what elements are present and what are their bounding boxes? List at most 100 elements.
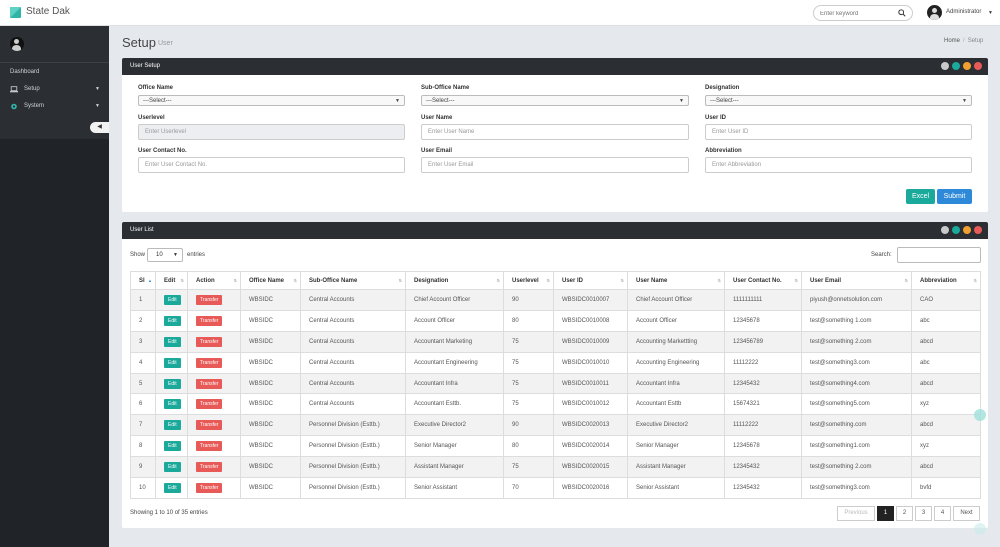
- column-header[interactable]: Userlevel ⇅: [503, 271, 554, 290]
- designation-label: Designation: [705, 85, 740, 91]
- transfer-button[interactable]: Transfer: [196, 420, 223, 431]
- minimize-icon[interactable]: [963, 62, 971, 70]
- page-1-button[interactable]: 1: [877, 506, 894, 521]
- scroll-indicator[interactable]: [974, 523, 986, 535]
- page-4-button[interactable]: 4: [934, 506, 951, 521]
- chevron-down-icon: ▼: [395, 98, 400, 104]
- refresh-icon[interactable]: [952, 62, 960, 70]
- column-header[interactable]: Sl ▲: [130, 271, 156, 290]
- excel-button[interactable]: Excel: [906, 189, 935, 204]
- avatar[interactable]: [927, 5, 942, 20]
- close-icon[interactable]: [974, 62, 982, 70]
- column-label: Userlevel: [512, 277, 539, 284]
- sort-icon: ⇅: [546, 278, 550, 283]
- cell-value: WBSIDC: [249, 422, 273, 429]
- search-icon[interactable]: [898, 9, 906, 17]
- table-cell: Chief Account Officer: [405, 289, 504, 311]
- cell-value: WBSIDC: [249, 380, 273, 387]
- column-header[interactable]: Abbreviation ⇅: [911, 271, 981, 290]
- column-header[interactable]: User Name ⇅: [627, 271, 725, 290]
- column-label: User Email: [810, 277, 842, 284]
- next-page-button[interactable]: Next: [953, 506, 980, 521]
- column-header[interactable]: User Email ⇅: [801, 271, 912, 290]
- cell-value: Accountant Esttb.: [414, 401, 462, 408]
- userlevel-field[interactable]: Enter Userlevel: [138, 124, 405, 140]
- cell-value: WBSIDC: [249, 338, 273, 345]
- entries-select[interactable]: 10 ▼: [147, 248, 183, 262]
- table-search-input[interactable]: [897, 247, 981, 263]
- edit-button[interactable]: Edit: [164, 399, 181, 410]
- column-label: User ID: [562, 277, 584, 284]
- column-header[interactable]: User ID ⇅: [553, 271, 628, 290]
- keyword-search: [813, 5, 913, 21]
- column-header[interactable]: Action ⇅: [187, 271, 241, 290]
- table-cell: Executive Director2: [627, 414, 725, 437]
- sub-office-name-select[interactable]: ---Select--- ▼: [421, 95, 689, 106]
- transfer-button[interactable]: Transfer: [196, 357, 223, 368]
- column-header[interactable]: Edit ⇅: [155, 271, 188, 290]
- edit-button[interactable]: Edit: [164, 315, 181, 326]
- table-row: 10 Edit Transfer WBSIDC Personnel Division (…: [130, 477, 981, 499]
- select-value: ---Select---: [426, 98, 455, 104]
- sidebar-item-setup[interactable]: Setup ▼: [0, 83, 109, 97]
- page-3-button[interactable]: 3: [915, 506, 932, 521]
- chevron-down-icon[interactable]: ▼: [988, 10, 993, 16]
- transfer-button[interactable]: Transfer: [196, 441, 223, 452]
- refresh-icon[interactable]: [952, 226, 960, 234]
- sidebar-item-dashboard[interactable]: Dashboard: [0, 66, 109, 80]
- submit-button[interactable]: Submit: [937, 189, 972, 204]
- column-header[interactable]: Designation ⇅: [405, 271, 504, 290]
- sort-icon: ⇅: [904, 278, 908, 283]
- transfer-button[interactable]: Transfer: [196, 399, 223, 410]
- minimize-icon[interactable]: [963, 226, 971, 234]
- edit-button[interactable]: Edit: [164, 462, 181, 473]
- table-cell: 90: [503, 414, 554, 437]
- user-name-field[interactable]: Enter User Name: [421, 124, 689, 140]
- breadcrumb-home[interactable]: Home: [944, 38, 960, 44]
- table-cell: WBSIDC0020013: [553, 414, 628, 437]
- table-cell: Personnel Division (Esttb.): [300, 414, 406, 437]
- column-header[interactable]: Sub-Office Name ⇅: [300, 271, 406, 290]
- page-2-button[interactable]: 2: [896, 506, 913, 521]
- settings-icon[interactable]: [941, 62, 949, 70]
- scroll-indicator[interactable]: [974, 409, 986, 421]
- abbreviation-field[interactable]: Enter Abbreviation: [705, 157, 972, 173]
- table-cell: WBSIDC0010012: [553, 393, 628, 416]
- sort-icon: ⇅: [293, 278, 297, 283]
- table-row: 5 Edit Transfer WBSIDC Central Accounts Accou…: [130, 372, 981, 395]
- panel-header: User Setup: [122, 58, 988, 75]
- table-cell: Central Accounts: [300, 393, 406, 416]
- user-contact-field[interactable]: Enter User Contact No.: [138, 157, 405, 173]
- transfer-button[interactable]: Transfer: [196, 294, 223, 305]
- edit-button[interactable]: Edit: [164, 336, 181, 347]
- transfer-button[interactable]: Transfer: [196, 315, 223, 326]
- designation-select[interactable]: ---Select--- ▼: [705, 95, 972, 106]
- edit-button[interactable]: Edit: [164, 441, 181, 452]
- sidebar-collapse-button[interactable]: ◀: [90, 122, 109, 133]
- edit-button[interactable]: Edit: [164, 357, 181, 368]
- office-name-select[interactable]: ---Select--- ▼: [138, 95, 405, 106]
- table-cell: WBSIDC0010008: [553, 309, 628, 332]
- transfer-button[interactable]: Transfer: [196, 482, 223, 493]
- column-header[interactable]: Office Name ⇅: [240, 271, 301, 290]
- table-cell: Senior Manager: [627, 435, 725, 458]
- user-email-field[interactable]: Enter User Email: [421, 157, 689, 173]
- search-input[interactable]: [820, 8, 896, 19]
- sidebar-item-system[interactable]: System ▼: [0, 100, 109, 114]
- table-cell: test@something1.com: [801, 435, 912, 458]
- edit-button[interactable]: Edit: [164, 482, 181, 493]
- settings-icon[interactable]: [941, 226, 949, 234]
- transfer-button[interactable]: Transfer: [196, 378, 223, 389]
- transfer-button[interactable]: Transfer: [196, 462, 223, 473]
- edit-button[interactable]: Edit: [164, 294, 181, 305]
- previous-page-button[interactable]: Previous: [837, 506, 875, 521]
- user-menu[interactable]: Administrator: [946, 9, 981, 15]
- transfer-button[interactable]: Transfer: [196, 336, 223, 347]
- cell-value: 8: [139, 443, 143, 450]
- user-id-field[interactable]: Enter User ID: [705, 124, 972, 140]
- close-icon[interactable]: [974, 226, 982, 234]
- edit-button[interactable]: Edit: [164, 420, 181, 431]
- edit-button[interactable]: Edit: [164, 378, 181, 389]
- column-header[interactable]: User Contact No. ⇅: [724, 271, 802, 290]
- table-cell: abc: [911, 351, 981, 374]
